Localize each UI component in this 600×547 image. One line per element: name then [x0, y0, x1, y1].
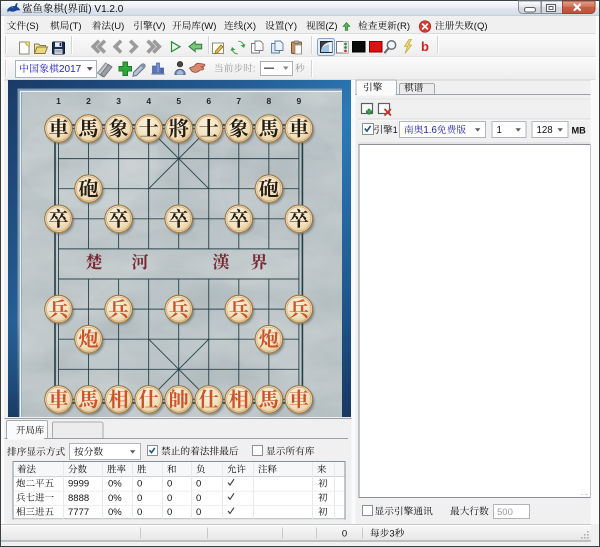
svg-text:0: 0 — [137, 493, 142, 504]
svg-text:0%: 0% — [108, 493, 122, 504]
svg-text:b: b — [421, 39, 429, 54]
svg-text:) V1.2.0: ) V1.2.0 — [88, 4, 123, 15]
svg-text:0%: 0% — [108, 507, 122, 518]
svg-text:0: 0 — [167, 479, 172, 490]
svg-text:9999: 9999 — [68, 479, 89, 490]
svg-text:1.6: 1.6 — [423, 125, 436, 136]
svg-text:8888: 8888 — [68, 493, 89, 504]
svg-text:(W): (W) — [201, 21, 216, 32]
svg-text:(V): (V) — [153, 21, 166, 32]
svg-text:(Z): (Z) — [325, 21, 337, 32]
svg-text:5: 5 — [176, 96, 181, 106]
svg-text:0: 0 — [196, 493, 201, 504]
svg-text:MB: MB — [572, 126, 587, 136]
svg-text:4: 4 — [146, 96, 151, 106]
svg-text:(Q): (Q) — [474, 21, 488, 32]
svg-text:0: 0 — [196, 507, 201, 518]
svg-text:0: 0 — [137, 479, 142, 490]
svg-text:2017: 2017 — [59, 64, 82, 75]
svg-text:(Y): (Y) — [284, 21, 297, 32]
svg-text:(R): (R) — [397, 21, 410, 32]
svg-text:0: 0 — [342, 529, 347, 540]
svg-text:1: 1 — [393, 125, 398, 135]
svg-text:(S): (S) — [26, 21, 39, 32]
svg-text:(U): (U) — [111, 21, 124, 32]
svg-text:(X): (X) — [243, 21, 256, 32]
svg-text::: : — [253, 64, 256, 75]
svg-text:3: 3 — [116, 96, 121, 106]
svg-text:0: 0 — [167, 507, 172, 518]
svg-text:0: 0 — [196, 479, 201, 490]
svg-text:500: 500 — [497, 507, 513, 518]
svg-text:9: 9 — [297, 96, 302, 106]
svg-text:128: 128 — [537, 125, 553, 136]
svg-text:0: 0 — [137, 507, 142, 518]
svg-text:1: 1 — [497, 125, 502, 136]
svg-text:0%: 0% — [108, 479, 122, 490]
svg-text:7777: 7777 — [68, 507, 89, 518]
svg-text:(T): (T) — [69, 21, 81, 32]
svg-text:0: 0 — [167, 493, 172, 504]
svg-text:2: 2 — [86, 96, 91, 106]
svg-text:1: 1 — [56, 96, 61, 106]
svg-text:6: 6 — [206, 96, 211, 106]
svg-text:7: 7 — [236, 96, 241, 106]
svg-text:3: 3 — [389, 529, 394, 540]
svg-text:8: 8 — [267, 96, 272, 106]
